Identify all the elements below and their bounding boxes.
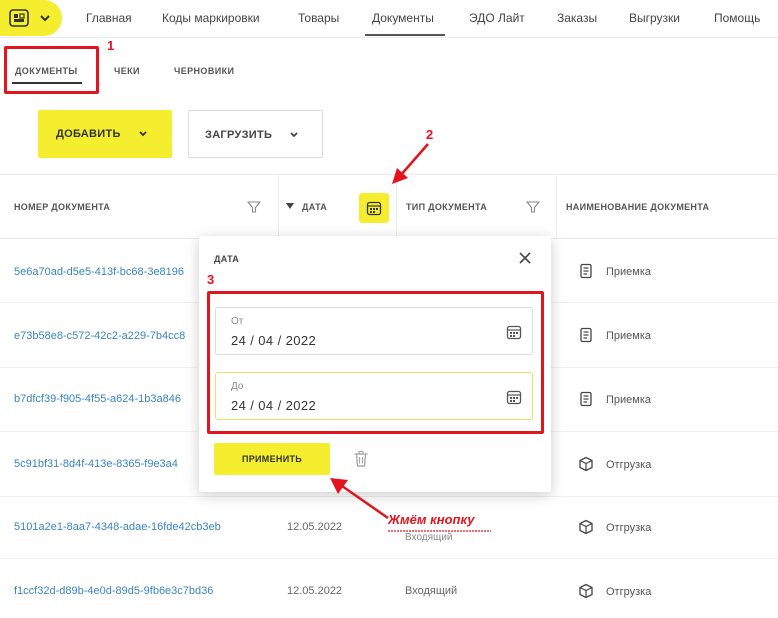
sort-desc-icon[interactable] — [286, 203, 294, 210]
column-separator — [278, 175, 279, 238]
tab-receipts[interactable]: ЧЕКИ — [114, 66, 140, 76]
document-number-link[interactable]: b7dfcf39-f905-4f55-a624-1b3a846 — [14, 393, 181, 405]
annotation-arrow-icon — [392, 143, 429, 184]
popup-title: ДАТА — [214, 254, 240, 264]
row-divider — [0, 558, 778, 559]
column-separator — [556, 175, 557, 238]
app-logo-icon — [9, 9, 29, 27]
nav-item-exports[interactable]: Выгрузки — [629, 11, 680, 25]
filter-icon[interactable] — [526, 200, 540, 214]
top-navigation: Главная Коды маркировки Товары Документы… — [0, 0, 778, 38]
annotation-box-dates — [207, 291, 544, 434]
app-switcher[interactable] — [0, 0, 62, 36]
close-icon[interactable] — [517, 250, 533, 266]
tab-drafts[interactable]: ЧЕРНОВИКИ — [174, 66, 234, 76]
add-button-label: ДОБАВИТЬ — [56, 128, 121, 140]
calendar-icon — [366, 201, 382, 216]
nav-item-edo[interactable]: ЭДО Лайт — [469, 11, 525, 25]
document-number-link[interactable]: 5c91bf31-8d4f-413e-8365-f9e3a4 — [14, 458, 178, 470]
column-header-date[interactable]: ДАТА — [302, 202, 327, 212]
add-button[interactable]: ДОБАВИТЬ — [38, 110, 172, 158]
annotation-box-tab — [4, 46, 99, 94]
filter-icon[interactable] — [247, 200, 261, 214]
document-number-link[interactable]: 5e6a70ad-d5e5-413f-bc68-3e8196 — [14, 266, 184, 278]
chevron-down-icon — [40, 15, 50, 22]
nav-item-codes[interactable]: Коды маркировки — [162, 11, 260, 25]
document-name: Приемка — [606, 394, 652, 406]
box-icon — [579, 583, 593, 599]
nav-active-indicator — [365, 34, 445, 36]
column-header-type[interactable]: ТИП ДОКУМЕНТА — [406, 202, 487, 212]
document-name: Отгрузка — [606, 522, 652, 534]
box-icon — [579, 519, 593, 535]
annotation-number: 1 — [107, 38, 115, 53]
column-header-name[interactable]: НАИМЕНОВАНИЕ ДОКУМЕНТА — [566, 202, 709, 212]
document-icon — [580, 263, 592, 279]
document-icon — [580, 391, 592, 407]
document-name: Отгрузка — [606, 586, 652, 598]
document-name: Приемка — [606, 330, 652, 342]
annotation-number: 3 — [207, 272, 215, 287]
annotation-arrow-icon — [330, 478, 389, 520]
apply-button[interactable]: ПРИМЕНИТЬ — [214, 443, 330, 475]
document-number-link[interactable]: e73b58e8-c572-42c2-a229-7b4cc8 — [14, 330, 185, 342]
document-icon — [580, 327, 592, 343]
document-number-link[interactable]: 5101a2e1-8aa7-4348-adae-16fde42cb3eb — [14, 521, 221, 533]
apply-button-label: ПРИМЕНИТЬ — [241, 454, 303, 464]
nav-item-products[interactable]: Товары — [298, 11, 339, 25]
document-name: Приемка — [606, 266, 652, 278]
upload-button[interactable]: ЗАГРУЗИТЬ — [188, 110, 323, 158]
date-filter-button[interactable] — [359, 193, 389, 223]
document-date: 12.05.2022 — [287, 585, 343, 597]
column-header-number[interactable]: НОМЕР ДОКУМЕНТА — [14, 202, 110, 212]
trash-icon[interactable] — [353, 450, 369, 468]
document-name: Отгрузка — [606, 459, 652, 471]
nav-item-help[interactable]: Помощь — [714, 11, 760, 25]
document-type: Входящий — [405, 585, 458, 597]
nav-item-home[interactable]: Главная — [86, 11, 132, 25]
annotation-note: Жмём кнопку — [388, 512, 475, 527]
chevron-down-icon — [290, 132, 298, 138]
chevron-down-icon — [139, 131, 147, 137]
box-icon — [579, 456, 593, 472]
upload-button-label: ЗАГРУЗИТЬ — [205, 129, 273, 141]
annotation-underline — [388, 530, 491, 532]
nav-item-orders[interactable]: Заказы — [557, 11, 597, 25]
nav-item-documents[interactable]: Документы — [372, 11, 434, 25]
document-number-link[interactable]: f1ccf32d-d89b-4e0d-89d5-9fb6e3c7bd36 — [14, 585, 213, 597]
document-type: Входящий — [405, 532, 453, 543]
